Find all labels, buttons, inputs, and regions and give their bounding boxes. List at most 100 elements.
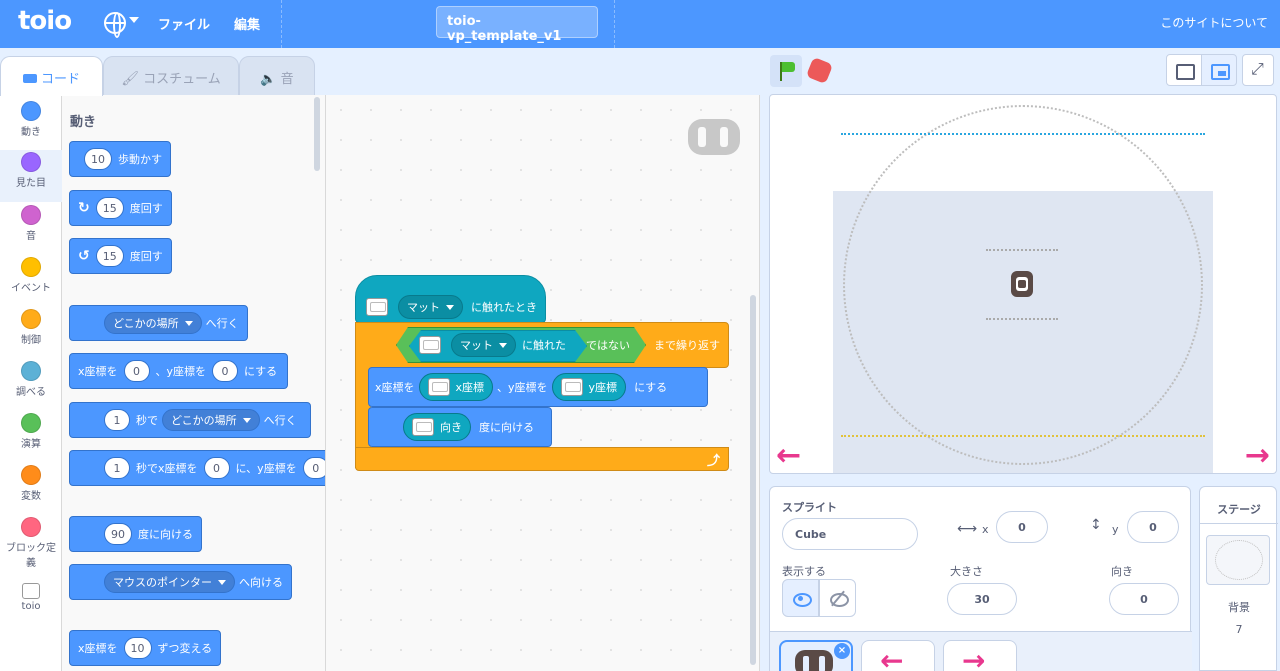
goto-xy-script-block[interactable]: x座標を x座標 、y座標を y座標 にする (368, 367, 708, 407)
about-link[interactable]: このサイトについて (1160, 14, 1268, 31)
sprite-x-input[interactable]: 0 (996, 511, 1048, 543)
point-direction-script-block[interactable]: 向き 度に向ける (368, 407, 552, 447)
edit-menu[interactable]: 編集 (234, 14, 260, 33)
x-position-reporter[interactable]: x座標 (418, 373, 494, 401)
motion-category-icon (21, 101, 41, 121)
palette-section-title: 動き (70, 115, 97, 130)
category-motion[interactable]: 動き (0, 101, 62, 138)
condition-target-dropdown[interactable]: マット (451, 333, 516, 357)
code-blocks-icon (22, 74, 37, 83)
tab-costume[interactable]: 🖌 コスチューム (103, 56, 239, 96)
goto-y-input[interactable]: 0 (212, 360, 239, 382)
chevron-down-icon (184, 320, 193, 326)
turn-right-input[interactable]: 15 (95, 197, 124, 219)
category-my-blocks[interactable]: ブロック定義 (0, 517, 62, 569)
direction-label: 向き (1111, 565, 1133, 578)
toio-mat (833, 95, 1213, 473)
glide-seconds-input[interactable]: 1 (104, 409, 130, 431)
sound-category-icon (21, 205, 41, 225)
goto-x-input[interactable]: 0 (123, 360, 150, 382)
glide-xy-seconds-input[interactable]: 1 (104, 457, 130, 479)
cube-sprite[interactable] (1011, 271, 1033, 297)
current-sprite-cube-icon (688, 119, 740, 155)
glide-block[interactable]: 1 秒で どこかの場所 へ行く (69, 402, 311, 438)
hide-sprite-eye-icon[interactable] (819, 579, 856, 617)
tab-sound[interactable]: 🔈 音 (239, 56, 315, 96)
language-caret-icon[interactable] (129, 17, 139, 23)
goto-target-dropdown[interactable]: どこかの場所 (104, 312, 202, 334)
category-events[interactable]: イベント (0, 257, 62, 294)
toio-cube-icon (427, 378, 450, 396)
stage-canvas[interactable]: ← → (769, 94, 1277, 474)
point-direction-input[interactable]: 90 (104, 523, 132, 545)
goto-block[interactable]: どこかの場所 へ行く (69, 305, 248, 341)
palette-scrollbar[interactable] (314, 97, 320, 171)
block-palette: 動き 10 歩動かす ↻ 15 度回す ↺ 15 度回す どこかの場所 へ行く x座標を 0、… (62, 95, 326, 671)
category-sound[interactable]: 音 (0, 205, 62, 242)
show-sprite-eye-icon[interactable] (782, 579, 819, 617)
sprite-thumb-right-arrow[interactable]: → (943, 640, 1017, 671)
point-direction-block[interactable]: 90 度に向ける (69, 516, 202, 552)
mat-center-line (986, 249, 1058, 251)
sprite-size-input[interactable]: 30 (947, 583, 1017, 615)
category-operators[interactable]: 演算 (0, 413, 62, 450)
my-blocks-category-icon (21, 517, 41, 537)
not-condition-block[interactable]: マット に触れた ではない (396, 327, 646, 363)
turn-right-block[interactable]: ↻ 15 度回す (69, 190, 172, 226)
speaker-icon: 🔈 (260, 72, 277, 87)
large-stage-button[interactable] (1201, 54, 1237, 86)
glide-y-input[interactable]: 0 (302, 457, 325, 479)
change-x-block[interactable]: x座標を 10 ずつ変える (69, 630, 222, 666)
sprite-name-input[interactable]: Cube (782, 518, 918, 550)
sprite-thumb-left-arrow[interactable]: ← (861, 640, 935, 671)
tab-sound-label: 音 (280, 72, 294, 87)
y-label: y (1112, 523, 1119, 536)
goto-xy-block[interactable]: x座標を 0 、y座標を 0 にする (69, 353, 288, 389)
category-variables[interactable]: 変数 (0, 465, 62, 502)
project-title-input[interactable]: toio-vp_template_v1 (436, 6, 598, 44)
arrow-left-icon[interactable]: ← (776, 441, 801, 471)
glide-xy-block[interactable]: 1 秒でx座標を 0 に、y座標を 0 (69, 450, 325, 486)
category-sensing[interactable]: 調べる (0, 361, 62, 398)
stage-thumbnail[interactable] (1206, 535, 1270, 585)
rotate-left-icon: ↺ (78, 248, 90, 264)
tab-code[interactable]: コード (0, 56, 103, 96)
turn-left-input[interactable]: 15 (95, 245, 124, 267)
turn-left-block[interactable]: ↺ 15 度回す (69, 238, 172, 274)
sprite-direction-input[interactable]: 0 (1109, 583, 1179, 615)
toio-logo[interactable]: toio (18, 6, 72, 36)
file-menu[interactable]: ファイル (158, 14, 210, 33)
script-area[interactable]: マット に触れたとき ⤴ マット に触れた ではない まで繰り返す x座標を x… (326, 95, 760, 671)
green-flag-icon[interactable] (770, 55, 802, 87)
sprite-y-input[interactable]: 0 (1127, 511, 1179, 543)
delete-sprite-icon[interactable]: × (834, 643, 850, 659)
fullscreen-button[interactable] (1242, 54, 1274, 86)
glide-x-input[interactable]: 0 (203, 457, 230, 479)
move-steps-block[interactable]: 10 歩動かす (69, 141, 171, 177)
language-globe-icon[interactable] (104, 12, 126, 38)
small-stage-button[interactable] (1166, 54, 1202, 86)
toio-cube-icon (412, 418, 434, 436)
stage-selector[interactable]: ステージ 背景 7 (1199, 486, 1278, 671)
change-x-input[interactable]: 10 (123, 637, 152, 659)
toio-cube-icon (22, 583, 40, 599)
category-menu: 動き 見た目 音 イベント 制御 調べる 演算 変数 ブロック定義 toio (0, 95, 62, 671)
size-label: 大きさ (950, 565, 983, 578)
move-steps-input[interactable]: 10 (84, 148, 112, 170)
glide-target-dropdown[interactable]: どこかの場所 (162, 409, 260, 431)
stage-thumb-circle (1215, 540, 1263, 580)
variables-category-icon (21, 465, 41, 485)
hat-target-dropdown[interactable]: マット (398, 295, 463, 319)
script-scrollbar[interactable] (750, 295, 756, 665)
direction-reporter[interactable]: 向き (403, 413, 471, 441)
category-control[interactable]: 制御 (0, 309, 62, 346)
category-looks[interactable]: 見た目 (0, 150, 62, 202)
when-touching-hat-block[interactable]: マット に触れたとき (355, 275, 546, 323)
y-position-reporter[interactable]: y座標 (551, 373, 627, 401)
point-towards-dropdown[interactable]: マウスのポインター (104, 571, 235, 593)
category-toio[interactable]: toio (0, 583, 62, 612)
sprite-thumb-cube[interactable]: × (779, 640, 853, 671)
stop-icon[interactable] (805, 56, 834, 85)
arrow-right-icon[interactable]: → (1245, 441, 1270, 471)
point-towards-block[interactable]: マウスのポインター へ向ける (69, 564, 292, 600)
